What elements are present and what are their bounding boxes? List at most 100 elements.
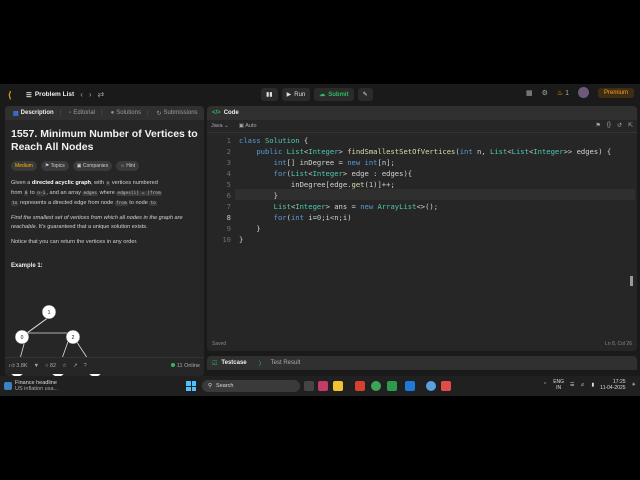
mode-label: Auto: [245, 123, 257, 129]
tab-editorial[interactable]: ▫ Editorial: [69, 110, 95, 116]
lightbulb-icon: ☼: [120, 163, 125, 169]
text: where: [98, 189, 117, 196]
divider: |: [59, 110, 62, 116]
avatar[interactable]: [577, 87, 589, 98]
chevron-right-icon[interactable]: ›: [89, 90, 92, 99]
italic-text: Find the smallest set of vertices from w…: [11, 215, 183, 222]
online-status: 11 Online: [170, 363, 200, 369]
clock[interactable]: 17:25 11-04-2025: [600, 379, 625, 391]
graph-node-label: 0: [21, 335, 24, 341]
battery-icon[interactable]: ▮: [592, 382, 595, 388]
run-button[interactable]: ▶ Run: [281, 88, 311, 101]
tab-solutions-label: Solutions: [116, 110, 141, 116]
streak-counter[interactable]: ♨ 1: [557, 89, 569, 97]
expand-icon[interactable]: ⇱: [628, 122, 633, 129]
like-count: 3.8K: [16, 363, 28, 369]
companies-chip[interactable]: ▣ Companies: [72, 161, 113, 171]
tab-test-result[interactable]: Test Result: [271, 360, 301, 366]
shuffle-icon[interactable]: ⇄: [98, 90, 105, 99]
excel-icon[interactable]: [387, 381, 397, 391]
windows-start-icon[interactable]: [186, 381, 196, 391]
braces-icon[interactable]: {}: [607, 122, 611, 129]
code-line: int[] inDegree = new int[n];: [273, 158, 395, 167]
current-line-highlight: [235, 189, 635, 200]
run-label: Run: [294, 91, 306, 98]
problem-content: 1557. Minimum Number of Vertices to Reac…: [5, 120, 204, 269]
region-code: IN: [556, 385, 562, 391]
share-icon[interactable]: ↗: [73, 363, 78, 369]
chevron-left-icon[interactable]: ‹: [80, 90, 83, 99]
app-icon[interactable]: [318, 381, 328, 391]
submit-button[interactable]: ☁ Submit: [314, 88, 354, 101]
notes-button[interactable]: ✎: [357, 88, 373, 101]
taskbar-search[interactable]: ⚲ Search: [202, 380, 300, 392]
debug-icon: ▮▮: [266, 92, 273, 98]
line-number: 10: [222, 235, 231, 244]
volume-icon[interactable]: ♬: [581, 382, 586, 388]
line-number: 4: [226, 169, 231, 178]
tab-description[interactable]: ▤ Description: [13, 110, 54, 117]
problem-tabs: ▤ Description | ▫ Editorial | ● Solutions |…: [5, 106, 204, 120]
thumbs-up-icon: 👍︎: [9, 363, 15, 369]
title-line-1: 1557. Minimum Number of Vertices to: [11, 128, 198, 140]
comment-icon: ○: [45, 363, 49, 369]
notification-icon[interactable]: ☀: [632, 382, 636, 388]
premium-button[interactable]: Premium: [597, 87, 634, 98]
right-controls: ▦ ⚙ ♨ 1 Premium: [526, 87, 634, 98]
desc-line-1: Given a directed acyclic graph, with n v…: [11, 179, 198, 189]
desc-line-4: Find the smallest set of vertices from w…: [11, 214, 198, 223]
hint-chip[interactable]: ☼ Hint: [116, 161, 140, 171]
editor-toolbar: Java ⌄ ▣ Auto: [207, 120, 637, 133]
desc-line-3: to represents a directed edge from node …: [11, 199, 198, 209]
graph-node-label: 1: [48, 310, 51, 316]
code-line: inDegree[edge.get(1)]++;: [239, 180, 395, 189]
text: , and an array: [46, 189, 83, 196]
media-icon[interactable]: [355, 381, 365, 391]
language-select[interactable]: Java ⌄: [211, 123, 229, 129]
code-area[interactable]: 1 2 3 4 5 6 7 8 9 10 class Solution { pu…: [207, 136, 637, 326]
dislike-button[interactable]: ▼: [34, 363, 39, 369]
difficulty-badge[interactable]: Medium: [11, 161, 37, 171]
wifi-icon[interactable]: ☰: [570, 382, 574, 388]
auto-mode[interactable]: ▣ Auto: [239, 123, 257, 129]
line-number: 2: [226, 147, 231, 156]
leetcode-logo-icon[interactable]: ⟨: [8, 90, 18, 100]
upload-icon: ☁: [319, 92, 326, 98]
folder-icon[interactable]: [333, 381, 343, 391]
topics-chip[interactable]: ⚑ Topics: [40, 161, 69, 171]
news-widget[interactable]: Finance headline US inflation usa...: [4, 380, 58, 392]
tab-testcase[interactable]: Testcase: [221, 360, 246, 366]
editor-title: Code: [223, 110, 239, 116]
debug-button[interactable]: ▮▮: [261, 88, 278, 101]
vertical-scrollbar[interactable]: [630, 276, 633, 286]
comment-count: 82: [49, 363, 57, 369]
lock-icon: ▣: [76, 163, 82, 169]
bookmark-icon[interactable]: ⚑: [596, 122, 601, 129]
chevron-up-icon[interactable]: ⌃: [543, 382, 547, 388]
date: 11-04-2025: [600, 385, 626, 391]
gear-icon[interactable]: ⚙: [542, 89, 548, 97]
news-subtitle: US inflation usa...: [15, 386, 59, 392]
streak-count: 1: [565, 89, 569, 97]
comments-button[interactable]: ○ 82: [45, 363, 56, 369]
vscode-icon[interactable]: [405, 381, 415, 391]
italic-text: reachable: [11, 224, 36, 231]
run-submit-controls: ▮▮ ▶ Run ☁ Submit ✎: [261, 88, 373, 101]
chrome-icon[interactable]: [371, 381, 381, 391]
help-icon[interactable]: ?: [84, 363, 87, 369]
line-number: 5: [226, 180, 231, 189]
pinned-app-icon[interactable]: [441, 381, 451, 391]
favorite-icon[interactable]: ☆: [62, 363, 67, 369]
language-indicator[interactable]: ENG IN: [553, 379, 564, 391]
flask-icon: ●: [110, 110, 115, 116]
problem-list-link[interactable]: ☰ Problem List: [26, 91, 74, 99]
files-icon[interactable]: [304, 381, 314, 391]
reset-icon[interactable]: ↺: [617, 122, 622, 129]
topics-label: Topics: [50, 163, 65, 169]
tab-submissions[interactable]: ↻ Submissions: [157, 110, 198, 117]
like-button[interactable]: 👍︎ 3.8K: [9, 363, 28, 369]
tab-solutions[interactable]: ● Solutions: [111, 110, 141, 116]
book-icon: ▫: [69, 110, 72, 116]
layout-icon[interactable]: ▦: [526, 89, 533, 97]
browser-icon[interactable]: [426, 381, 436, 391]
